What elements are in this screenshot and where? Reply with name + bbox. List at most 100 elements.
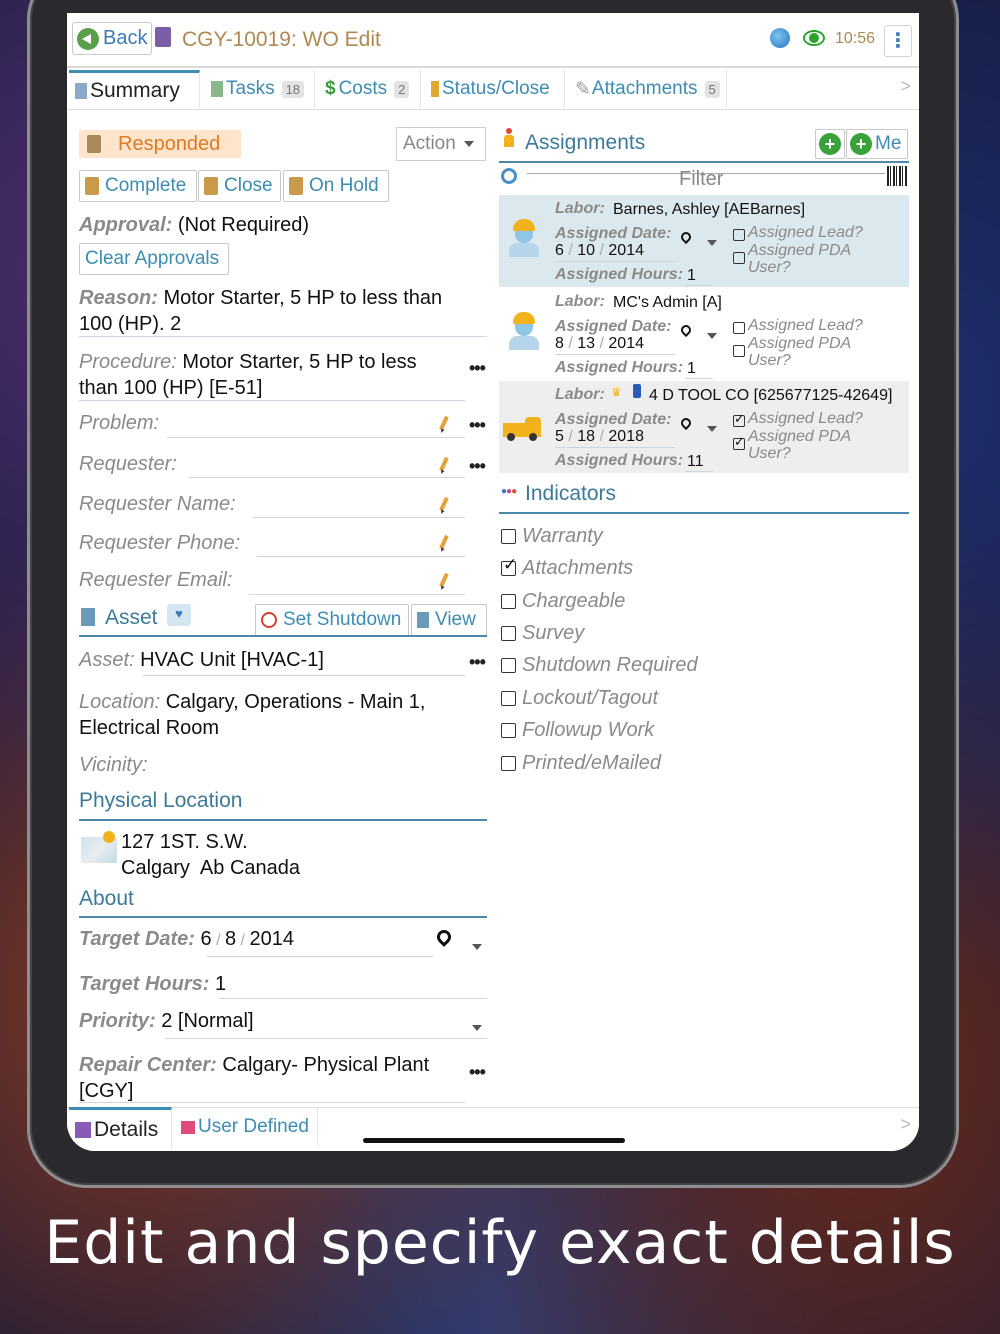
priority-field[interactable]: Priority: 2 [Normal]	[79, 1010, 254, 1033]
complete-button[interactable]: Complete	[79, 170, 197, 202]
assignment-row[interactable]: Labor: Barnes, Ashley [AEBarnes] Assigne…	[499, 195, 909, 287]
asset-label: Asset:	[79, 649, 135, 671]
barcode-icon[interactable]	[887, 166, 907, 186]
checkbox[interactable]	[501, 722, 516, 738]
back-button[interactable]: Back	[72, 22, 152, 55]
asset-more-icon[interactable]: •••	[469, 652, 486, 673]
view-asset-button[interactable]: View	[411, 604, 487, 636]
edit-pencil-icon[interactable]	[439, 535, 449, 553]
tab-status-close[interactable]: Status/Close	[425, 70, 565, 108]
chevron-down-icon[interactable]	[707, 240, 717, 246]
chevron-down-icon[interactable]	[707, 426, 717, 432]
edit-pencil-icon[interactable]	[439, 457, 449, 475]
action-dropdown[interactable]: Action	[396, 127, 486, 161]
target-date-year[interactable]: 2014	[249, 928, 294, 950]
crown-icon: ♛	[611, 385, 622, 399]
location-pin-icon[interactable]	[678, 415, 694, 431]
assigned-date[interactable]: 6 / 10 / 2014	[555, 242, 644, 260]
requester-phone-field[interactable]: Requester Phone:	[79, 532, 240, 555]
pda-checkbox[interactable]	[733, 252, 745, 264]
tab-details[interactable]: Details	[69, 1107, 172, 1149]
indicator-printed-emailed[interactable]: Printed/eMailed	[501, 750, 661, 776]
clear-approvals-button[interactable]: Clear Approvals	[79, 243, 229, 275]
chevron-down-icon[interactable]	[707, 333, 717, 339]
filter-input[interactable]: Filter	[679, 168, 723, 191]
checkbox[interactable]	[501, 657, 516, 673]
status-badge: Responded	[79, 130, 241, 158]
target-date-day[interactable]: 8	[225, 928, 236, 950]
hours-value[interactable]: 11	[687, 453, 704, 471]
chevron-down-icon[interactable]	[472, 1025, 482, 1031]
checkbox[interactable]	[501, 690, 516, 706]
checkbox[interactable]	[501, 555, 517, 576]
set-shutdown-button[interactable]: Set Shutdown	[255, 604, 409, 636]
lead-checkbox[interactable]	[733, 229, 745, 241]
indicator-warranty[interactable]: Warranty	[501, 523, 603, 549]
edit-pencil-icon[interactable]	[439, 416, 449, 434]
pda-label: Assigned PDA User?	[748, 335, 852, 369]
tab-summary[interactable]: Summary	[69, 70, 200, 108]
home-indicator[interactable]	[363, 1138, 625, 1143]
checkbox[interactable]	[501, 755, 516, 771]
on-hold-icon	[289, 177, 303, 195]
assignment-row[interactable]: Labor: ♛ 4 D TOOL CO [625677125-42649] A…	[499, 381, 909, 473]
tab-attachments[interactable]: ✎ Attachments 5	[569, 70, 727, 108]
tab-tasks[interactable]: Tasks 18	[205, 70, 315, 108]
indicator-shutdown-required[interactable]: Shutdown Required	[501, 652, 698, 678]
lead-checkbox[interactable]	[733, 322, 745, 334]
hours-value[interactable]: 1	[687, 360, 696, 378]
on-hold-button[interactable]: On Hold	[283, 170, 389, 202]
indicator-survey[interactable]: Survey	[501, 620, 584, 646]
repair-center-more-icon[interactable]: •••	[469, 1062, 486, 1083]
assign-me-button[interactable]: + Me	[846, 129, 908, 159]
indicator-lockout-tagout[interactable]: Lockout/Tagout	[501, 685, 658, 711]
close-button[interactable]: Close	[198, 170, 281, 202]
problem-more-icon[interactable]: •••	[469, 415, 486, 436]
target-hours-field[interactable]: Target Hours: 1	[79, 973, 226, 996]
target-date-month[interactable]: 6	[201, 928, 212, 950]
location-value-cont: Electrical Room	[79, 717, 220, 739]
tabs-scroll-right-icon[interactable]: >	[900, 76, 911, 97]
location-pin-icon[interactable]	[678, 229, 694, 245]
repair-center-field[interactable]: Repair Center: Calgary- Physical Plant […	[79, 1052, 469, 1104]
repair-center-value-cont: [CGY]	[79, 1080, 134, 1102]
chevron-down-icon[interactable]	[472, 944, 482, 950]
edit-pencil-icon[interactable]	[439, 497, 449, 515]
pda-checkbox[interactable]	[733, 345, 745, 357]
target-date-field[interactable]: Target Date: 6 / 8 / 2014	[79, 928, 294, 951]
checkbox[interactable]	[501, 528, 516, 544]
add-assignment-button[interactable]: +	[815, 129, 845, 159]
requester-field[interactable]: Requester:	[79, 453, 177, 476]
asset-health-icon[interactable]: ♥	[167, 604, 191, 626]
indicator-attachments[interactable]: Attachments	[501, 555, 633, 581]
back-arrow-icon	[77, 27, 99, 50]
indicator-followup-work[interactable]: Followup Work	[501, 717, 654, 743]
lead-checkbox[interactable]	[733, 411, 745, 427]
edit-pencil-icon[interactable]	[439, 573, 449, 591]
more-menu-button[interactable]: ⋮	[884, 25, 912, 57]
asset-field[interactable]: Asset: HVAC Unit [HVAC-1]	[79, 649, 324, 672]
map-icon[interactable]	[81, 831, 117, 863]
procedure-more-icon[interactable]: •••	[469, 358, 486, 379]
procedure-field[interactable]: Procedure: Motor Starter, 5 HP to less t…	[79, 349, 459, 401]
requester-name-field[interactable]: Requester Name:	[79, 493, 236, 516]
location-pin-icon[interactable]	[678, 322, 694, 338]
problem-field[interactable]: Problem:	[79, 412, 159, 435]
sync-icon[interactable]	[770, 28, 790, 48]
location-pin-icon[interactable]	[434, 927, 454, 947]
hours-value[interactable]: 1	[687, 267, 696, 285]
assigned-date[interactable]: 8 / 13 / 2014	[555, 335, 644, 353]
assignment-row[interactable]: Labor: MC's Admin [A] Assigned Date: 8 /…	[499, 288, 909, 380]
tab-user-defined[interactable]: User Defined	[175, 1108, 318, 1146]
status-label: Responded	[118, 132, 221, 155]
checkbox[interactable]	[501, 625, 516, 641]
pda-checkbox[interactable]	[733, 434, 745, 450]
indicator-chargeable[interactable]: Chargeable	[501, 588, 625, 614]
checkbox[interactable]	[501, 593, 516, 609]
requester-email-field[interactable]: Requester Email:	[79, 569, 232, 592]
assigned-date[interactable]: 5 / 18 / 2018	[555, 428, 644, 446]
tab-costs[interactable]: $ Costs 2	[319, 70, 421, 108]
bottom-tabs-scroll-right-icon[interactable]: >	[900, 1114, 911, 1135]
reason-field[interactable]: Reason: Motor Starter, 5 HP to less than…	[79, 285, 479, 337]
requester-more-icon[interactable]: •••	[469, 456, 486, 477]
